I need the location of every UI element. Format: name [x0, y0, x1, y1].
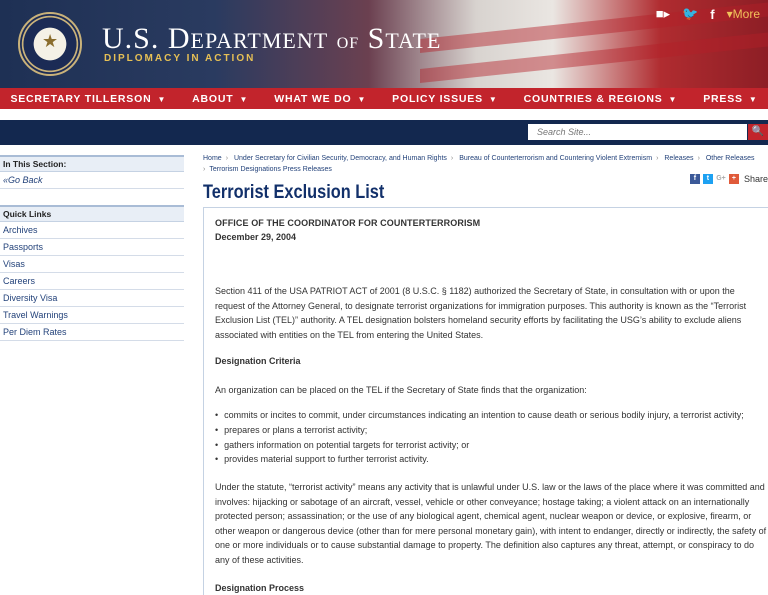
quick-link-archives[interactable]: Archives: [0, 222, 184, 239]
share-plus-icon[interactable]: +: [728, 174, 739, 184]
chevron-down-icon: ▼: [748, 94, 758, 104]
page-title: Terrorist Exclusion List: [203, 182, 385, 203]
chevron-down-icon: ▼: [239, 94, 249, 104]
search-button[interactable]: 🔍: [748, 124, 768, 140]
google-plus-share-icon[interactable]: G+: [715, 174, 726, 184]
primary-nav: SECRETARY TILLERSON ▼ ABOUT ▼ WHAT WE DO ▼ …: [0, 88, 768, 109]
search-input[interactable]: [528, 124, 747, 140]
quick-link-visas[interactable]: Visas: [0, 256, 184, 273]
in-this-section-heading: In This Section:: [0, 155, 184, 172]
site-header: U.S. DEPARTMENT OF STATE DIPLOMACY IN AC…: [0, 0, 768, 88]
criteria-intro: An organization can be placed on the TEL…: [215, 385, 587, 395]
list-item: prepares or plans a terrorist activity;: [215, 423, 768, 438]
nav-item-what-we-do[interactable]: WHAT WE DO ▼: [274, 93, 366, 105]
twitter-share-icon[interactable]: t: [702, 174, 713, 184]
more-menu-button[interactable]: ▾More: [727, 7, 760, 21]
breadcrumb-link[interactable]: Releases: [664, 155, 693, 162]
quick-link-travel-warnings[interactable]: Travel Warnings: [0, 307, 184, 324]
search-bar: 🔍: [0, 120, 768, 145]
main-content: Home › Under Secretary for Civilian Secur…: [203, 153, 768, 595]
office-heading: OFFICE OF THE COORDINATOR FOR COUNTERTER…: [215, 218, 481, 228]
nav-item-press[interactable]: PRESS ▼: [703, 93, 757, 105]
breadcrumb-link[interactable]: Bureau of Counterterrorism and Counterin…: [459, 155, 652, 162]
list-item: gathers information on potential targets…: [215, 438, 768, 453]
go-back-link[interactable]: «Go Back: [0, 172, 184, 189]
breadcrumb-link[interactable]: Other Releases: [706, 155, 755, 162]
breadcrumb-link[interactable]: Terrorism Designations Press Releases: [209, 166, 332, 173]
search-icon: 🔍: [751, 126, 765, 137]
nav-item-secretary[interactable]: SECRETARY TILLERSON ▼: [10, 93, 166, 105]
video-camera-icon[interactable]: ■▸: [656, 6, 670, 22]
article-body: OFFICE OF THE COORDINATOR FOR COUNTERTER…: [203, 207, 768, 595]
quick-link-per-diem-rates[interactable]: Per Diem Rates: [0, 324, 184, 341]
twitter-icon[interactable]: 🐦: [682, 6, 698, 22]
share-tools: f t G+ + Share: [689, 174, 768, 184]
process-heading: Designation Process: [215, 583, 305, 593]
article-date: December 29, 2004: [215, 232, 297, 242]
nav-item-countries-regions[interactable]: COUNTRIES & REGIONS ▼: [524, 93, 678, 105]
quick-links-heading: Quick Links: [0, 205, 184, 222]
chevron-down-icon: ▼: [488, 94, 498, 104]
share-label[interactable]: Share: [744, 174, 768, 184]
social-links: ■▸ 🐦 f ▾More: [656, 6, 760, 22]
breadcrumb-link[interactable]: Home: [203, 155, 222, 162]
intro-paragraph: Section 411 of the USA PATRIOT ACT of 20…: [215, 286, 747, 340]
nav-item-about[interactable]: ABOUT ▼: [192, 93, 248, 105]
site-title[interactable]: U.S. DEPARTMENT OF STATE: [102, 22, 441, 56]
quick-link-careers[interactable]: Careers: [0, 273, 184, 290]
quick-link-passports[interactable]: Passports: [0, 239, 184, 256]
breadcrumb-link[interactable]: Under Secretary for Civilian Security, D…: [234, 155, 447, 162]
quick-link-diversity-visa[interactable]: Diversity Visa: [0, 290, 184, 307]
list-item: commits or incites to commit, under circ…: [215, 408, 768, 423]
facebook-share-icon[interactable]: f: [689, 174, 700, 184]
nav-item-policy-issues[interactable]: POLICY ISSUES ▼: [392, 93, 497, 105]
chevron-down-icon: ▼: [357, 94, 367, 104]
sidebar: In This Section: «Go Back Quick Links Ar…: [0, 155, 184, 341]
department-seal-logo[interactable]: [18, 12, 82, 76]
criteria-list: commits or incites to commit, under circ…: [215, 408, 768, 467]
breadcrumb: Home › Under Secretary for Civilian Secur…: [203, 155, 755, 173]
chevron-down-icon: ▼: [668, 94, 678, 104]
criteria-heading: Designation Criteria: [215, 356, 301, 366]
statute-paragraph: Under the statute, “terrorist activity” …: [215, 482, 767, 565]
chevron-down-icon: ▼: [157, 94, 167, 104]
site-tagline: DIPLOMACY IN ACTION: [104, 53, 256, 64]
list-item: provides material support to further ter…: [215, 452, 768, 467]
facebook-icon[interactable]: f: [710, 7, 714, 22]
